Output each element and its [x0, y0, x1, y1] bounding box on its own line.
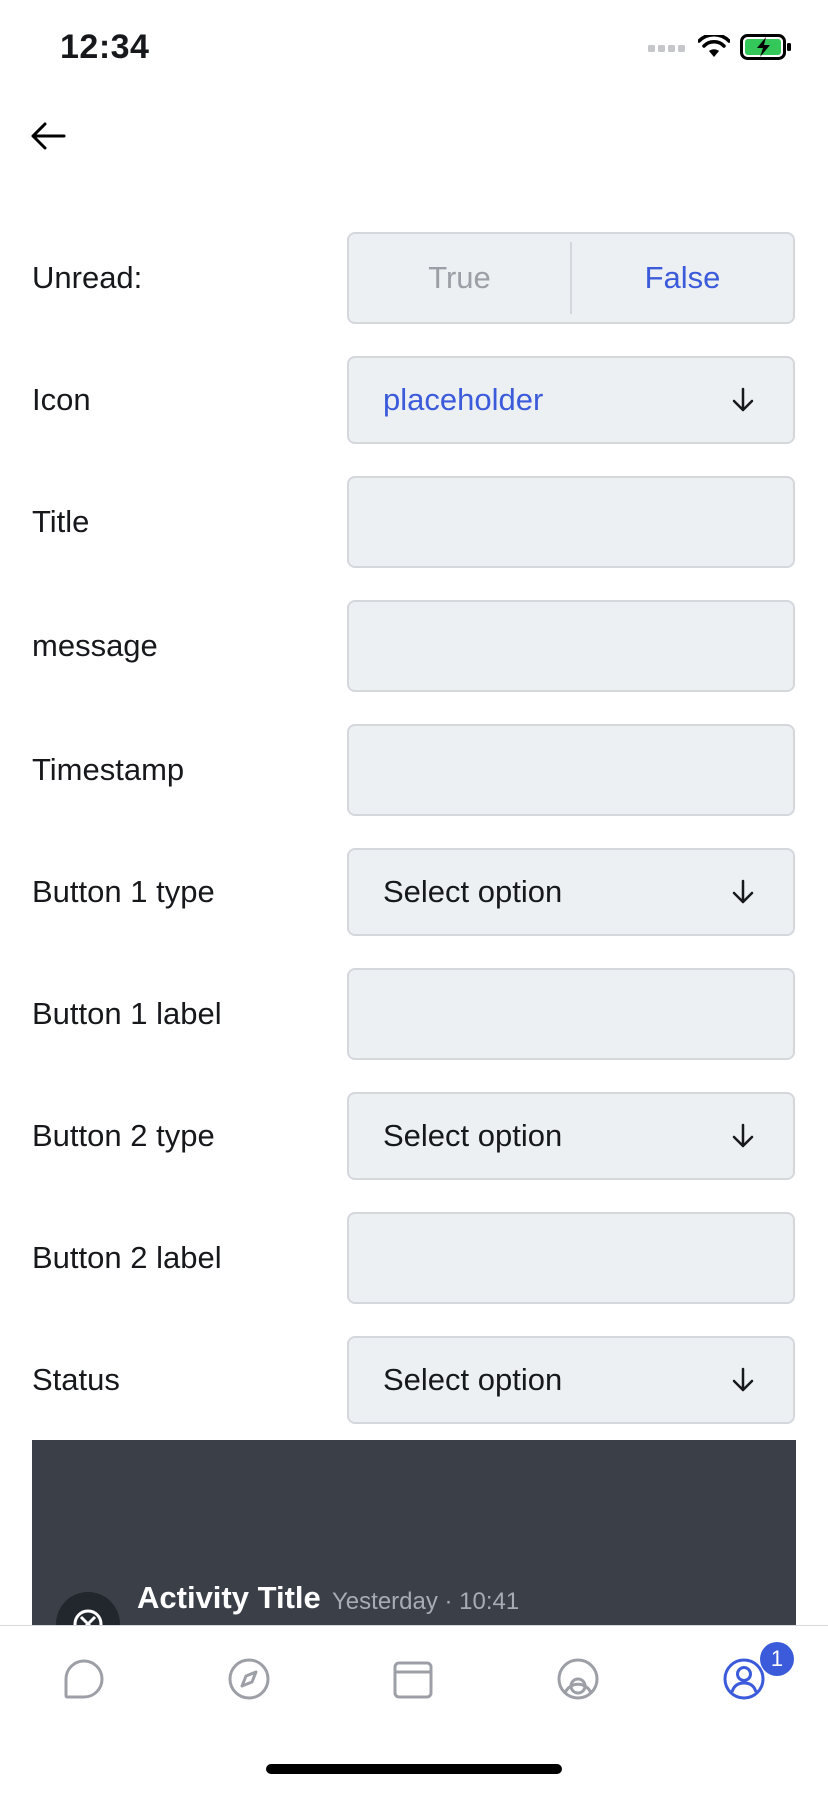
arrow-down-icon	[732, 1123, 754, 1148]
button1-type-select[interactable]: Select option	[347, 848, 795, 936]
message-label: message	[32, 628, 158, 663]
icon-select-value: placeholder	[383, 382, 544, 417]
unread-option-true[interactable]: True	[349, 234, 570, 322]
wifi-icon	[698, 35, 730, 57]
back-arrow-icon[interactable]	[28, 116, 68, 156]
status-label: Status	[32, 1362, 120, 1397]
unread-option-false[interactable]: False	[572, 234, 793, 322]
button2-label-input[interactable]	[347, 1212, 795, 1304]
arrow-down-icon	[732, 1367, 754, 1392]
button1-type-label: Button 1 type	[32, 874, 215, 909]
activity-timestamp: Yesterday · 10:41	[332, 1588, 520, 1615]
button2-type-value: Select option	[383, 1118, 563, 1153]
button1-type-value: Select option	[383, 874, 563, 909]
button2-type-label: Button 2 type	[32, 1118, 215, 1153]
status-time: 12:34	[60, 28, 150, 66]
signal-icon	[648, 45, 685, 52]
title-input[interactable]	[347, 476, 795, 568]
timestamp-input[interactable]	[347, 724, 795, 816]
compass-icon[interactable]	[225, 1655, 273, 1703]
inbox-icon[interactable]	[389, 1655, 437, 1703]
unread-label: Unread:	[32, 260, 143, 295]
notification-badge: 1	[760, 1642, 794, 1676]
button2-label-label: Button 2 label	[32, 1240, 222, 1275]
arrow-down-icon	[732, 879, 754, 904]
button1-label-input[interactable]	[347, 968, 795, 1060]
button1-label-label: Button 1 label	[32, 996, 222, 1031]
battery-charging-icon	[740, 34, 791, 60]
status-value: Select option	[383, 1362, 563, 1397]
message-input[interactable]	[347, 600, 795, 692]
chat-icon[interactable]	[60, 1655, 108, 1703]
button2-type-select[interactable]: Select option	[347, 1092, 795, 1180]
home-indicator	[266, 1764, 562, 1774]
channels-icon[interactable]	[554, 1655, 602, 1703]
title-label: Title	[32, 504, 90, 539]
icon-label: Icon	[32, 382, 91, 417]
unread-toggle[interactable]: True False	[347, 232, 795, 324]
status-icons	[648, 34, 792, 60]
timestamp-label: Timestamp	[32, 752, 185, 787]
icon-select[interactable]: placeholder	[347, 356, 795, 444]
activity-title: Activity Title	[137, 1580, 321, 1615]
arrow-down-icon	[732, 387, 754, 412]
status-select[interactable]: Select option	[347, 1336, 795, 1424]
